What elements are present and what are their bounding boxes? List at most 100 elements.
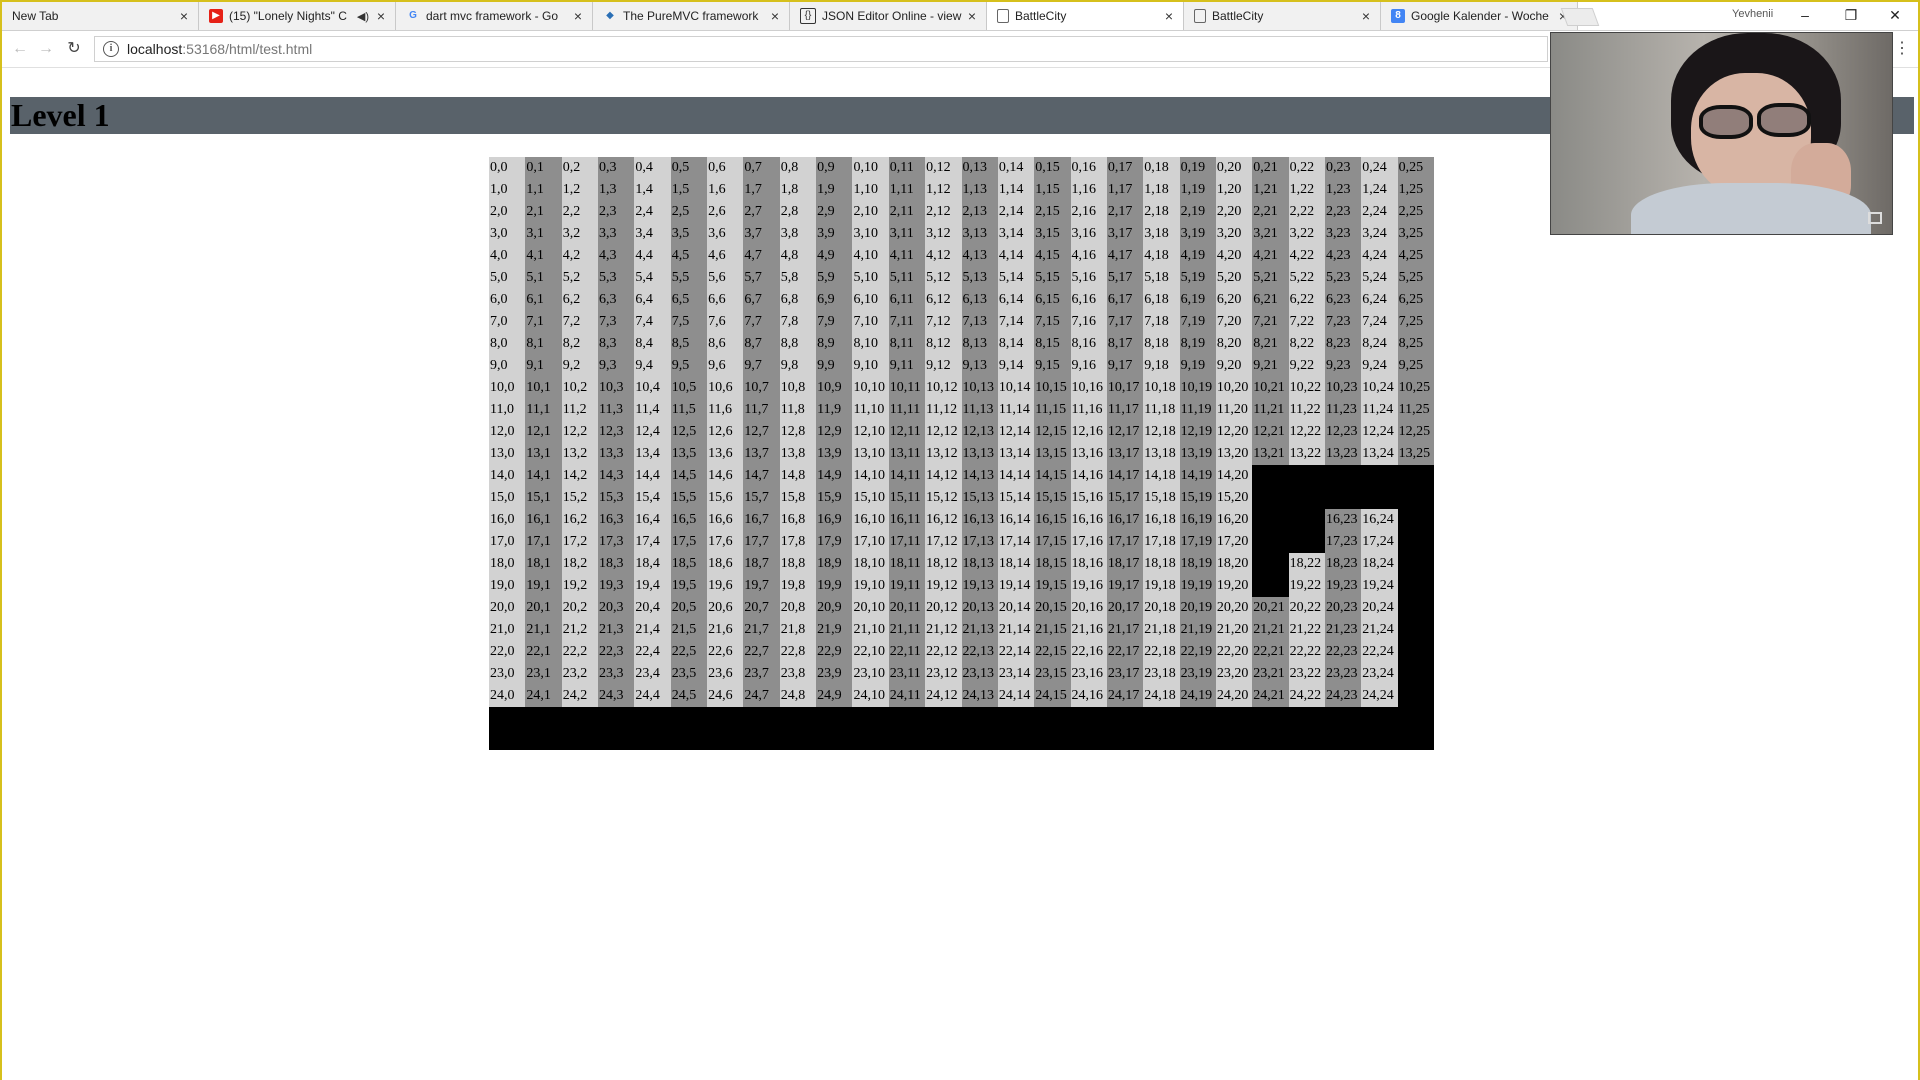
board-cell: 19,10 xyxy=(852,575,890,597)
board-cell: 5,1 xyxy=(525,267,563,289)
profile-name[interactable]: Yevhenii xyxy=(1732,8,1773,20)
tab-5[interactable]: {} JSON Editor Online - view × xyxy=(790,2,987,30)
board-cell: 13,16 xyxy=(1070,443,1108,465)
board-cell: 16,9 xyxy=(816,509,853,531)
board-cell: 22,2 xyxy=(561,641,599,663)
info-icon[interactable]: i xyxy=(103,41,119,57)
board-cell: 15,3 xyxy=(598,487,635,509)
board-cell: 13,20 xyxy=(1215,443,1253,465)
minimize-button[interactable]: – xyxy=(1782,2,1828,30)
board-cell: 8,25 xyxy=(1397,333,1435,355)
board-cell: 15,6 xyxy=(707,487,744,509)
tab-3[interactable]: Gdart mvc framework - Go × xyxy=(396,2,593,30)
board-cell: 11,17 xyxy=(1106,399,1144,421)
browser-menu-icon[interactable]: ⋮ xyxy=(1894,39,1910,59)
board-cell: 17,16 xyxy=(1070,531,1108,553)
board-cell: 7,8 xyxy=(779,311,817,333)
tab-7[interactable]: BattleCity × xyxy=(1184,2,1381,30)
json-icon: {} xyxy=(800,8,816,24)
board-cell: 8,19 xyxy=(1179,333,1217,355)
board-cell: 19,5 xyxy=(670,575,708,597)
webcam-overlay[interactable] xyxy=(1550,32,1893,235)
board-cell: 18,0 xyxy=(489,553,526,575)
board-cell: 21,9 xyxy=(816,619,853,641)
close-icon[interactable]: × xyxy=(1358,8,1374,24)
board-cell: 3,11 xyxy=(888,223,926,245)
board-cell: 8,0 xyxy=(489,333,526,355)
board-cell: 7,19 xyxy=(1179,311,1217,333)
board-cell: 16,20 xyxy=(1215,509,1253,531)
board-cell: 22,7 xyxy=(743,641,781,663)
board-cell: 1,7 xyxy=(743,179,781,201)
board-cell: 15,14 xyxy=(997,487,1035,509)
board-cell: 2,6 xyxy=(707,201,744,223)
board-cell: 14,7 xyxy=(743,465,781,487)
board-cell: 15,12 xyxy=(925,487,962,509)
reload-button[interactable]: ↻ xyxy=(64,39,84,59)
board-cell: 2,1 xyxy=(525,201,563,223)
tab-6[interactable]: BattleCity × xyxy=(987,2,1184,30)
new-tab-button[interactable] xyxy=(1560,8,1600,26)
board-cell: 4,6 xyxy=(707,245,744,267)
board-cell: 5,23 xyxy=(1324,267,1362,289)
tab-2[interactable]: ▶ (15) "Lonely Nights" C ◀) × xyxy=(199,2,396,30)
forward-button[interactable]: → xyxy=(36,39,56,59)
board-cell: 10,7 xyxy=(743,377,781,399)
board-cell: 8,3 xyxy=(598,333,635,355)
board-cell: 11,9 xyxy=(816,399,853,421)
close-icon[interactable]: × xyxy=(1161,8,1177,24)
popout-icon[interactable] xyxy=(1868,212,1882,224)
board-cell: 1,14 xyxy=(997,179,1035,201)
board-cell xyxy=(1397,553,1435,575)
close-icon[interactable]: × xyxy=(570,8,586,24)
board-cell: 6,1 xyxy=(525,289,563,311)
close-icon[interactable]: × xyxy=(767,8,783,24)
board-cell: 12,21 xyxy=(1252,421,1290,443)
board-cell: 2,7 xyxy=(743,201,781,223)
board-cell: 13,19 xyxy=(1179,443,1217,465)
close-icon[interactable]: × xyxy=(373,8,389,24)
board-cell: 13,10 xyxy=(852,443,890,465)
board-cell: 16,23 xyxy=(1324,509,1362,531)
back-button[interactable]: ← xyxy=(10,39,30,59)
board-cell: 15,9 xyxy=(816,487,853,509)
board-cell xyxy=(1397,641,1435,663)
board-cell: 24,8 xyxy=(779,685,817,707)
board-cell: 0,15 xyxy=(1034,157,1072,179)
tab-1[interactable]: New Tab × xyxy=(2,2,199,30)
board-cell: 14,14 xyxy=(997,465,1035,487)
board-cell xyxy=(1252,531,1290,553)
board-cell: 7,21 xyxy=(1252,311,1290,333)
tab-8[interactable]: 8Google Kalender - Woche× xyxy=(1381,2,1578,30)
tab-4[interactable]: ◆ The PureMVC framework × xyxy=(593,2,790,30)
board-cell: 9,2 xyxy=(561,355,599,377)
board-cell: 3,15 xyxy=(1034,223,1072,245)
speaker-icon[interactable]: ◀) xyxy=(357,10,369,23)
board-cell: 21,24 xyxy=(1361,619,1399,641)
address-bar[interactable]: i localhost:53168/html/test.html xyxy=(94,36,1548,62)
close-window-button[interactable]: ✕ xyxy=(1872,2,1918,30)
board-cell: 0,23 xyxy=(1324,157,1362,179)
youtube-icon: ▶ xyxy=(209,9,223,23)
close-icon[interactable]: × xyxy=(176,8,192,24)
board-cell: 18,8 xyxy=(779,553,817,575)
board-cell: 1,0 xyxy=(489,179,526,201)
board-cell: 23,17 xyxy=(1106,663,1144,685)
board-cell: 19,4 xyxy=(634,575,672,597)
restore-button[interactable]: ❐ xyxy=(1828,2,1874,30)
board-cell: 17,12 xyxy=(925,531,962,553)
board-cell: 7,14 xyxy=(997,311,1035,333)
board-cell: 20,13 xyxy=(961,597,999,619)
calendar-icon: 8 xyxy=(1391,9,1405,23)
close-icon[interactable]: × xyxy=(964,8,980,24)
board-cell: 21,6 xyxy=(707,619,744,641)
board-cell: 2,19 xyxy=(1179,201,1217,223)
board-cell: 9,23 xyxy=(1324,355,1362,377)
board-cell: 14,1 xyxy=(525,465,563,487)
board-cell xyxy=(1397,487,1435,509)
board-cell: 10,2 xyxy=(561,377,599,399)
board-cell: 18,19 xyxy=(1179,553,1217,575)
board-cell: 23,20 xyxy=(1215,663,1253,685)
board-cell: 20,15 xyxy=(1034,597,1072,619)
board-cell: 9,22 xyxy=(1288,355,1326,377)
